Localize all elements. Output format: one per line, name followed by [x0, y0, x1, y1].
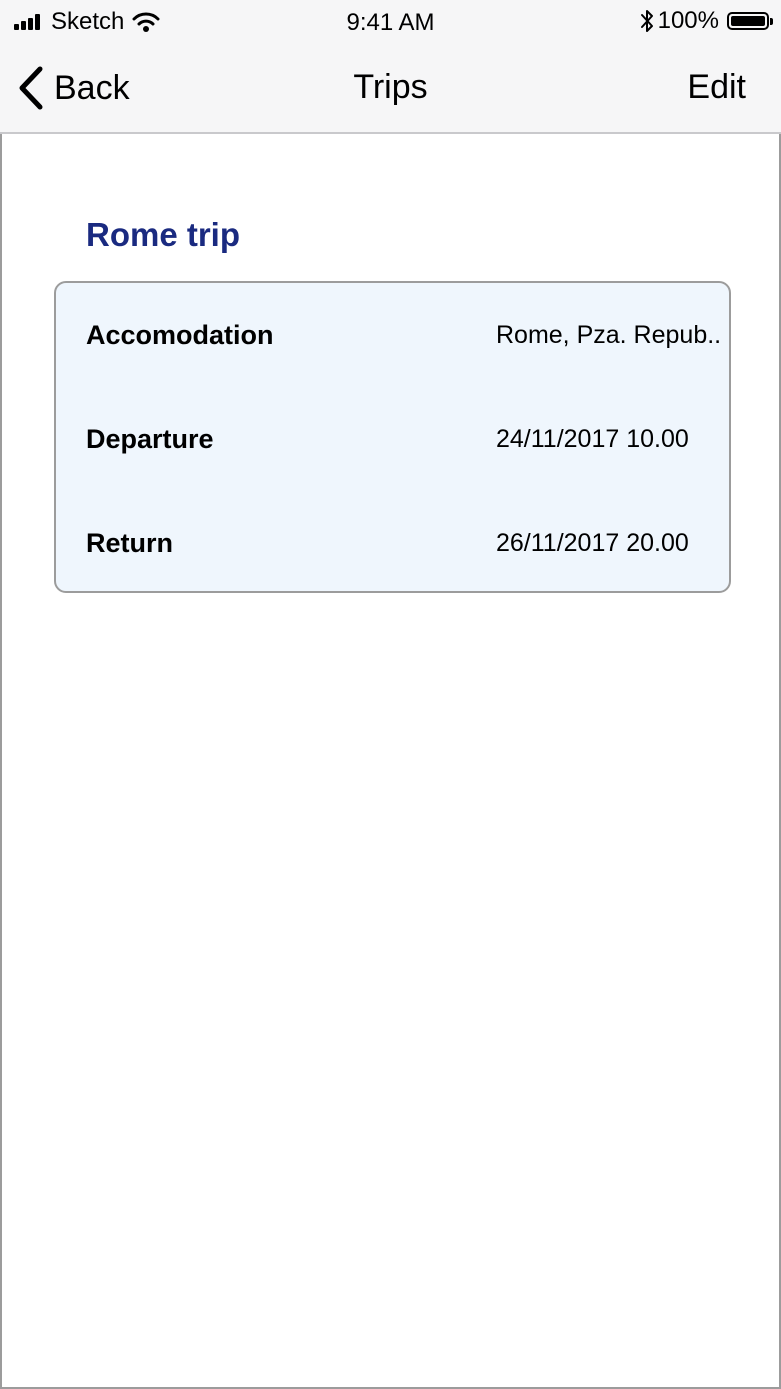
battery-percentage: 100% [657, 7, 719, 34]
departure-value: 24/11/2017 10.00 [496, 425, 689, 453]
trip-details-card[interactable]: Accomodation Rome, Pza. Repub.. Departur… [54, 281, 731, 593]
battery-icon [727, 12, 773, 30]
return-label: Return [86, 528, 173, 558]
return-value: 26/11/2017 20.00 [496, 529, 689, 557]
accommodation-row[interactable]: Accomodation Rome, Pza. Repub.. [86, 320, 721, 360]
accommodation-label: Accomodation [86, 320, 274, 350]
departure-label: Departure [86, 424, 214, 454]
departure-row[interactable]: Departure 24/11/2017 10.00 [86, 424, 699, 464]
content-area: Rome trip Accomodation Rome, Pza. Repub.… [0, 134, 781, 1389]
status-right: 100% [640, 6, 773, 36]
navigation-bar: Back Trips Edit [0, 46, 781, 134]
return-row[interactable]: Return 26/11/2017 20.00 [86, 528, 699, 568]
edit-button[interactable]: Edit [687, 68, 746, 107]
bluetooth-icon [640, 10, 653, 32]
page-title: Trips [353, 68, 428, 106]
trip-title: Rome trip [86, 216, 241, 253]
accommodation-value: Rome, Pza. Repub.. [496, 321, 722, 349]
status-bar: Sketch 9:41 AM 100% [0, 0, 781, 46]
